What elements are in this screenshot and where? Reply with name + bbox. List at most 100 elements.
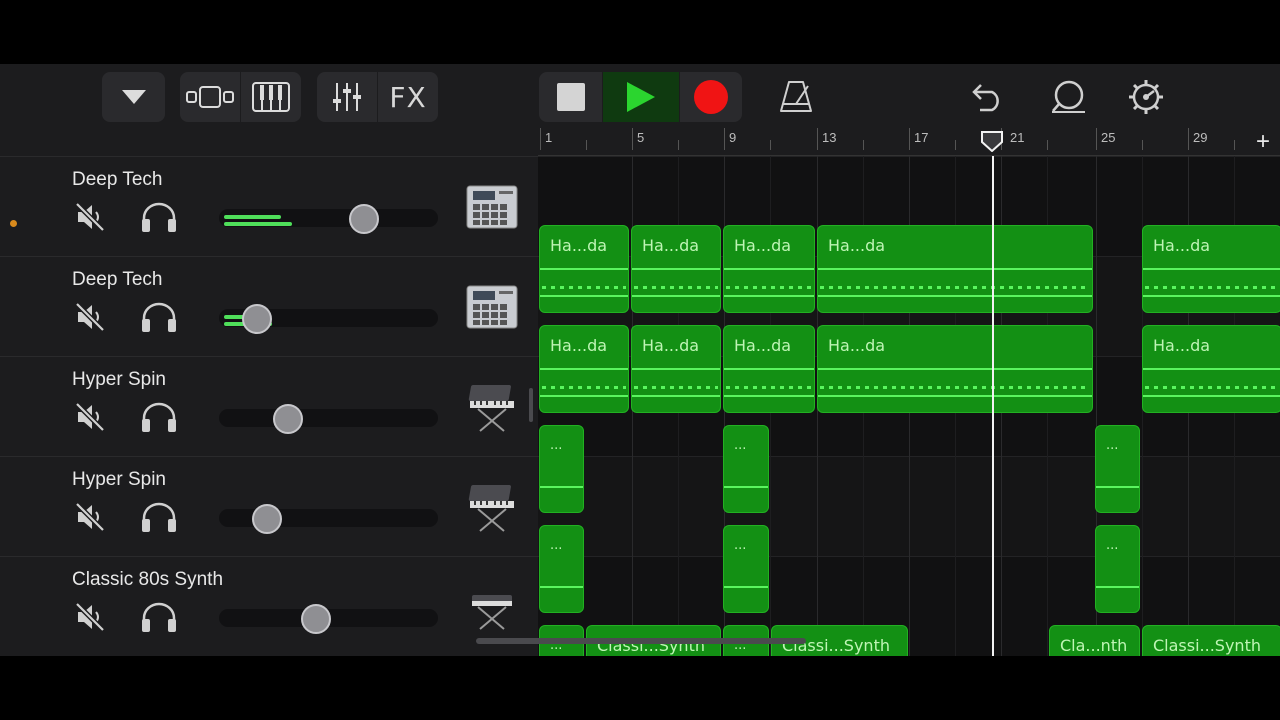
track-name: Deep Tech (72, 269, 163, 290)
region-label: Classi...Synth (1153, 636, 1261, 655)
playhead-handle[interactable] (980, 130, 1004, 152)
note-line (1096, 586, 1139, 588)
ruler-tick (1096, 128, 1097, 150)
region[interactable]: ... (723, 425, 769, 513)
mute-icon[interactable] (74, 301, 106, 333)
region-label: ... (734, 438, 747, 453)
bar-number: 25 (1101, 130, 1116, 145)
metronome-button[interactable] (771, 72, 821, 122)
region-label: ... (550, 438, 563, 453)
note-line (818, 268, 1092, 270)
keyboard-button[interactable] (240, 72, 301, 122)
headphones-icon[interactable] (140, 501, 178, 533)
note-dots (542, 386, 626, 389)
note-line (540, 268, 628, 270)
synth-keyboard-icon[interactable] (464, 381, 520, 433)
note-line (540, 295, 628, 297)
track-header[interactable]: Deep Tech (0, 156, 538, 256)
mute-icon[interactable] (74, 501, 106, 533)
region[interactable]: ... (723, 525, 769, 613)
region-label: ... (1106, 438, 1119, 453)
region[interactable]: ... (539, 525, 584, 613)
drum-machine-icon[interactable] (464, 181, 520, 233)
undo-button[interactable] (963, 72, 1013, 122)
drum-machine-icon[interactable] (464, 281, 520, 333)
garageband-window: FX 1 5 9 13 17 21 25 29 + Deep Tech Deep… (0, 64, 1280, 656)
stop-icon (556, 83, 585, 111)
fx-button[interactable]: FX (377, 72, 438, 122)
track-view-icon (186, 86, 234, 108)
settings-button[interactable] (1121, 72, 1171, 122)
volume-knob[interactable] (252, 504, 282, 534)
region[interactable]: Ha...da (631, 325, 721, 413)
region[interactable]: Cla...nth (1049, 625, 1140, 656)
note-line (540, 586, 583, 588)
ruler-tick (1234, 140, 1235, 150)
level-meter (224, 222, 292, 226)
add-section-button[interactable]: + (1256, 128, 1270, 156)
region[interactable]: Ha...da (817, 325, 1093, 413)
synth-keyboard-icon[interactable] (464, 481, 520, 533)
volume-slider[interactable] (219, 409, 438, 427)
mute-icon[interactable] (74, 601, 106, 633)
vertical-scrollbar[interactable] (529, 388, 533, 422)
record-enable-indicator (10, 220, 17, 227)
region[interactable]: Ha...da (539, 225, 629, 313)
ruler-tick (817, 128, 818, 150)
loop-browser-button[interactable] (1043, 72, 1093, 122)
note-dots (820, 386, 1090, 389)
track-header[interactable]: Classic 80s Synth (0, 556, 538, 656)
headphones-icon[interactable] (140, 301, 178, 333)
note-line (1143, 268, 1280, 270)
mixer-button[interactable] (317, 72, 377, 122)
region-label: Ha...da (734, 236, 792, 255)
region[interactable]: Ha...da (1142, 225, 1280, 313)
headphones-icon[interactable] (140, 201, 178, 233)
level-meter (224, 215, 281, 219)
ruler-tick (1188, 128, 1189, 150)
region[interactable]: ... (539, 425, 584, 513)
region[interactable]: Ha...da (631, 225, 721, 313)
track-header[interactable]: Hyper Spin (0, 356, 538, 456)
track-header[interactable]: Hyper Spin (0, 456, 538, 556)
volume-knob[interactable] (349, 204, 379, 234)
volume-knob[interactable] (242, 304, 272, 334)
mute-icon[interactable] (74, 401, 106, 433)
horizontal-scrollbar[interactable] (476, 638, 806, 644)
region[interactable]: Ha...da (723, 225, 815, 313)
headphones-icon[interactable] (140, 401, 178, 433)
view-toggle-button[interactable] (180, 72, 240, 122)
note-line (818, 368, 1092, 370)
tracks-menu-button[interactable] (102, 72, 165, 122)
volume-knob[interactable] (273, 404, 303, 434)
region[interactable]: Ha...da (723, 325, 815, 413)
note-line (724, 295, 814, 297)
volume-knob[interactable] (301, 604, 331, 634)
note-line (818, 295, 1092, 297)
region[interactable]: Ha...da (817, 225, 1093, 313)
ruler-tick (724, 128, 725, 150)
playhead-line[interactable] (992, 156, 994, 656)
region[interactable]: ... (1095, 525, 1140, 613)
track-header[interactable]: Deep Tech (0, 256, 538, 356)
region-label: Ha...da (642, 336, 700, 355)
region[interactable]: Ha...da (539, 325, 629, 413)
transport-controls (539, 72, 742, 122)
region[interactable]: ... (1095, 425, 1140, 513)
timeline-ruler[interactable]: 1 5 9 13 17 21 25 29 + (538, 128, 1280, 156)
tracks-area[interactable]: Ha...da Ha...da Ha...da Ha...da Ha...da (538, 156, 1280, 656)
chevron-down-icon (121, 90, 146, 104)
undo-icon (972, 84, 999, 112)
region[interactable]: Ha...da (1142, 325, 1280, 413)
note-dots (726, 286, 812, 289)
note-line (724, 268, 814, 270)
note-line (1143, 395, 1280, 397)
keyboard-stand-icon[interactable] (464, 581, 520, 633)
headphones-icon[interactable] (140, 601, 178, 633)
note-line (724, 486, 768, 488)
play-button[interactable] (602, 72, 679, 122)
record-button[interactable] (679, 72, 742, 122)
stop-button[interactable] (539, 72, 602, 122)
mute-icon[interactable] (74, 201, 106, 233)
region[interactable]: Classi...Synth (1142, 625, 1280, 656)
